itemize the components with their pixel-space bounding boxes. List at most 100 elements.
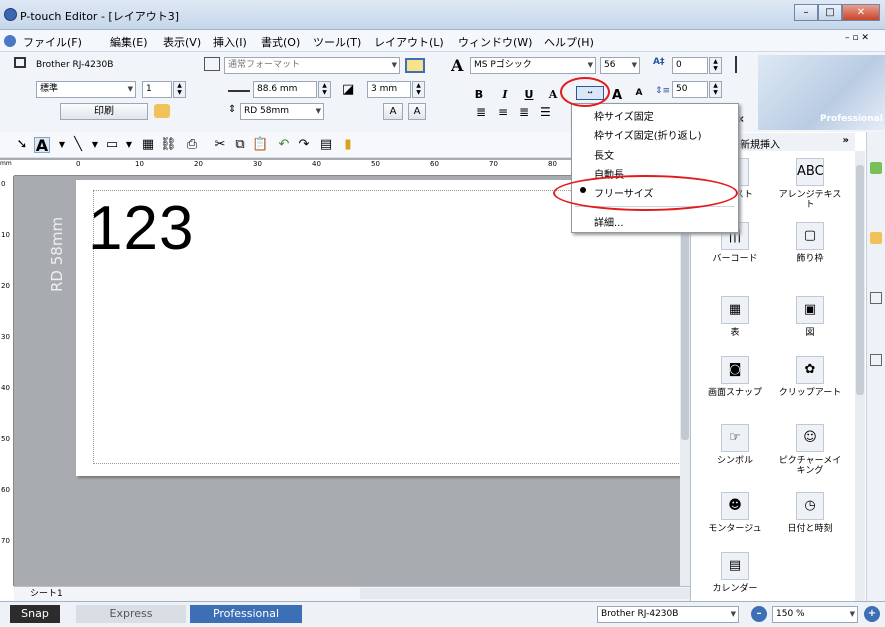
menu-view[interactable]: 表示(V) (163, 34, 201, 50)
redo-icon[interactable]: ↷ (296, 137, 312, 153)
font-grow-button[interactable]: A (610, 88, 624, 103)
margin-field[interactable]: 3 mm (367, 81, 411, 98)
line-tool-icon[interactable]: ╲ (70, 137, 86, 153)
minimize-button[interactable]: – (794, 4, 818, 21)
quality-select[interactable]: 標準 ▼ (36, 81, 136, 98)
chevron-down-icon[interactable]: ▼ (121, 137, 137, 153)
underline-button[interactable]: U (522, 88, 536, 101)
print-icon[interactable]: ⎙ (184, 137, 200, 153)
tape-select[interactable]: RD 58mm ▼ (240, 103, 324, 120)
text-dock-icon[interactable] (870, 354, 882, 366)
insert-screen-snap-item[interactable]: ◙ 画面スナップ (700, 356, 770, 398)
orientation-horizontal-button[interactable]: A (383, 103, 403, 120)
close-button[interactable]: ✕ (842, 4, 880, 21)
menu-help[interactable]: ヘルプ(H) (544, 34, 594, 50)
menu-item-fixed-frame-wrap[interactable]: 枠サイズ固定(折り返し) (594, 127, 702, 142)
menu-format[interactable]: 書式(O) (261, 34, 300, 50)
align-center-icon[interactable]: ≡ (498, 105, 508, 119)
insert-arranged-text-item[interactable]: ABC アレンジテキスト (775, 158, 845, 210)
status-printer-select[interactable]: Brother RJ-4230B ▼ (597, 606, 739, 623)
document-icon[interactable] (4, 35, 16, 47)
insert-montage-item[interactable]: ☻ モンタージュ (700, 492, 770, 534)
rectangle-tool-icon[interactable]: ▭ (104, 137, 120, 153)
font-select[interactable]: MS Pゴシック ▼ (470, 57, 596, 74)
insert-frame-item[interactable]: ▢ 飾り枠 (775, 222, 845, 264)
snap-tab[interactable]: Snap (10, 605, 60, 623)
professional-tab[interactable]: Professional (190, 605, 302, 623)
menu-tools[interactable]: ツール(T) (313, 34, 361, 50)
insert-picture-making-item[interactable]: ☺ ピクチャーメイキング (775, 424, 845, 476)
menu-item-details[interactable]: 詳細... (594, 214, 624, 229)
chevron-down-icon[interactable]: ▼ (87, 137, 103, 153)
text-tool-icon[interactable]: A (34, 137, 50, 154)
char-spacing-field[interactable]: 0 (672, 57, 708, 74)
menu-item-fixed-frame[interactable]: 枠サイズ固定 (594, 108, 654, 123)
canvas-horizontal-scrollbar[interactable] (360, 588, 690, 599)
bold-button[interactable]: B (472, 88, 486, 101)
orientation-vertical-button[interactable]: A (408, 103, 426, 120)
insert-date-time-label: 日付と時刻 (787, 524, 833, 534)
insert-clipart-item[interactable]: ✿ クリップアート (775, 356, 845, 398)
copies-field[interactable]: 1 (142, 81, 172, 98)
zoom-in-button[interactable]: + (864, 606, 880, 622)
panel-scroll-thumb[interactable] (856, 165, 864, 395)
database-panel-icon[interactable] (870, 232, 882, 244)
align-frame-icon[interactable] (735, 56, 747, 73)
maximize-button[interactable]: □ (818, 4, 842, 21)
zoom-out-button[interactable]: – (751, 606, 767, 622)
menu-layout[interactable]: レイアウト(L) (374, 34, 444, 50)
expand-panel-button[interactable]: » (843, 135, 849, 146)
label-text-object[interactable]: 123 (88, 193, 194, 264)
char-spacing-icon: A‡ (653, 57, 665, 67)
table-tool-icon[interactable]: ▦ (140, 137, 156, 153)
font-shrink-button[interactable]: A (632, 88, 646, 98)
express-tab[interactable]: Express (76, 605, 186, 623)
copy-icon[interactable]: ⧉ (232, 137, 248, 153)
print-options-icon[interactable] (154, 104, 170, 118)
menu-insert[interactable]: 挿入(I) (213, 34, 247, 50)
paste-icon[interactable]: 📋 (252, 137, 268, 153)
outline-button[interactable]: A (546, 88, 560, 101)
print-button[interactable]: 印刷 (60, 103, 148, 120)
undo-icon[interactable]: ↶ (276, 137, 292, 153)
background-color-icon[interactable] (405, 58, 425, 73)
insert-image-item[interactable]: ▣ 図 (775, 296, 845, 338)
database-icon[interactable]: ▮ (340, 137, 356, 153)
italic-button[interactable]: I (498, 88, 512, 101)
object-dock-icon[interactable] (870, 292, 882, 304)
zoom-value: 150 % (776, 609, 805, 619)
layout-icon[interactable] (870, 162, 882, 174)
justify-icon[interactable]: ☰ (540, 105, 551, 119)
printer-name: Brother RJ-4230B (36, 60, 114, 70)
copies-stepper[interactable]: ▲ ▼ (173, 81, 186, 98)
line-spacing-field[interactable]: 50 (672, 81, 708, 98)
length-field[interactable]: 88.6 mm (253, 81, 317, 98)
insert-calendar-item[interactable]: ▤ カレンダー (700, 552, 770, 594)
sheet-tab[interactable]: シート1 (30, 586, 63, 599)
insert-table-item[interactable]: ▦ 表 (700, 296, 770, 338)
align-right-icon[interactable]: ≣ (519, 105, 529, 119)
menu-file[interactable]: ファイル(F) (23, 34, 82, 50)
margin-stepper[interactable]: ▲ ▼ (412, 81, 425, 98)
length-stepper[interactable]: ▲ ▼ (318, 81, 331, 98)
menu-window[interactable]: ウィンドウ(W) (458, 34, 532, 50)
format-select[interactable]: 通常フォーマット ▼ (224, 57, 400, 74)
image-icon: ▣ (796, 296, 824, 324)
select-arrow-icon[interactable]: ➘ (14, 137, 30, 153)
chevron-down-icon[interactable]: ▼ (54, 137, 70, 153)
zoom-select[interactable]: 150 % ▼ (772, 606, 858, 623)
mdi-window-buttons[interactable]: – ▫ ✕ (845, 33, 883, 49)
insert-arranged-text-label: アレンジテキスト (778, 190, 842, 210)
properties-icon[interactable]: ▤ (318, 137, 334, 153)
cut-icon[interactable]: ✂ (212, 137, 228, 153)
align-left-icon[interactable]: ≣ (476, 105, 486, 119)
font-size-select[interactable]: 56 ▼ (600, 57, 640, 74)
line-spacing-stepper[interactable]: ▲ ▼ (709, 81, 722, 98)
database-link-icon[interactable]: ⛓ (160, 137, 177, 153)
insert-symbol-item[interactable]: ☞ シンボル (700, 424, 770, 466)
char-spacing-stepper[interactable]: ▲ ▼ (709, 57, 722, 74)
menu-item-long-text[interactable]: 長文 (594, 147, 614, 162)
ruler-unit: mm (0, 160, 12, 167)
menu-edit[interactable]: 編集(E) (110, 34, 148, 50)
insert-date-time-item[interactable]: ◷ 日付と時刻 (775, 492, 845, 534)
